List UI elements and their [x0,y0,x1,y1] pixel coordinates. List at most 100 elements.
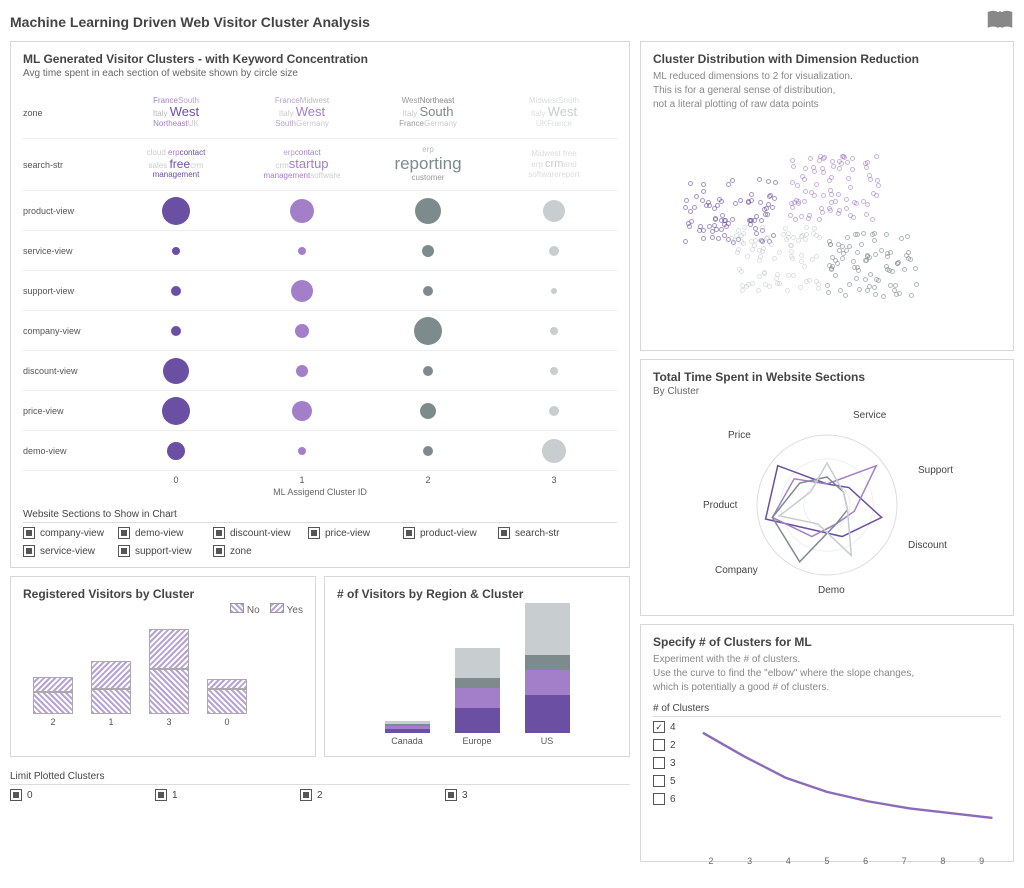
bar-label: Europe [455,736,500,746]
bubble[interactable] [414,317,442,345]
bubble[interactable] [423,366,433,376]
cluster-opt-4[interactable]: ✓4 [653,721,676,733]
filter-price-view[interactable]: price-view [308,527,403,539]
filter-search-str[interactable]: search-str [498,527,593,539]
wordcloud-search-0: cloud erpcontactsales freecrmmanagement [147,149,206,180]
radar-title: Total Time Spent in Website Sections [653,370,1001,384]
bubble[interactable] [423,446,433,456]
bubble[interactable] [551,288,557,294]
bubble[interactable] [550,367,558,375]
cluster-opt-3[interactable]: 3 [653,757,676,769]
radar-label: Price [728,430,751,441]
reg-bar[interactable] [207,679,247,714]
wordcloud-zone-0: FranceSouthItaly WestNortheastUK [153,97,199,129]
cluster-opt-5[interactable]: 5 [653,775,676,787]
bar-label: Canada [385,736,430,746]
registered-title: Registered Visitors by Cluster [23,587,303,601]
bubble[interactable] [543,200,565,222]
region-bar[interactable] [455,648,500,733]
bubble[interactable] [163,358,189,384]
scatter-panel: Cluster Distribution with Dimension Redu… [640,41,1014,351]
bubble[interactable] [167,442,185,460]
bubble-panel: ML Generated Visitor Clusters - with Key… [10,41,630,568]
bubble[interactable] [295,324,309,338]
elbow-line [688,721,1001,851]
x-tick: 9 [979,856,984,866]
limit-2[interactable]: 2 [300,789,445,801]
filter-title: Website Sections to Show in Chart [23,509,617,523]
bubble[interactable] [415,198,441,224]
reg-bar[interactable] [91,661,131,714]
radar-label: Service [853,410,886,421]
row-label: company-view [23,326,113,336]
reg-bar[interactable] [33,677,73,714]
bubble[interactable] [171,326,181,336]
region-panel: # of Visitors by Region & Cluster Canada… [324,576,630,757]
limit-0[interactable]: 0 [10,789,155,801]
help-book-icon[interactable] [986,8,1014,35]
bubble[interactable] [549,246,559,256]
filter-service-view[interactable]: service-view [23,545,118,557]
bubble[interactable] [290,199,314,223]
region-title: # of Visitors by Region & Cluster [337,587,617,601]
swatch-yes-icon [270,603,284,613]
row-label: service-view [23,246,113,256]
filter-company-view[interactable]: company-view [23,527,118,539]
x-tick: 2 [365,475,491,485]
bubble[interactable] [542,439,566,463]
scatter-title: Cluster Distribution with Dimension Redu… [653,52,1001,66]
scatter-plot [653,120,1001,340]
bubble[interactable] [423,286,433,296]
radar-subtitle: By Cluster [653,386,1001,397]
cluster-label: # of Clusters [653,703,1001,717]
filter-discount-view[interactable]: discount-view [213,527,308,539]
bubble[interactable] [296,365,308,377]
limit-3[interactable]: 3 [445,789,590,801]
limit-1[interactable]: 1 [155,789,300,801]
bubble-subtitle: Avg time spent in each section of websit… [23,68,617,79]
region-bar[interactable] [525,603,570,733]
wordcloud-zone-1: FranceMidwestItaly WestSouthGermany [275,97,329,129]
bar-label: 3 [149,717,189,727]
bubble[interactable] [550,327,558,335]
reg-bar[interactable] [149,629,189,714]
cluster-opt-6[interactable]: 6 [653,793,676,805]
bubble[interactable] [420,403,436,419]
x-tick: 3 [747,856,752,866]
bubble[interactable] [298,247,306,255]
filter-product-view[interactable]: product-view [403,527,498,539]
bubble[interactable] [292,401,312,421]
wordcloud-search-1: erpcontactcrmstartupmanagementsoftware [264,149,341,181]
cluster-opt-2[interactable]: 2 [653,739,676,751]
row-label: support-view [23,286,113,296]
radar-label: Company [715,565,758,576]
wordcloud-search-3: Midwest freeerp crmandsoftwarereport [528,150,579,180]
bubble[interactable] [171,286,181,296]
filter-demo-view[interactable]: demo-view [118,527,213,539]
bubble[interactable] [162,397,190,425]
registered-panel: Registered Visitors by Cluster No Yes 21… [10,576,316,757]
filter-zone[interactable]: zone [213,545,308,557]
bubble[interactable] [172,247,180,255]
row-label: discount-view [23,366,113,376]
wordcloud-zone-3: MidwestSouthItaly WestUKFrance [529,97,579,129]
bar-label: US [525,736,570,746]
elbow-note: Experiment with the # of clusters.Use th… [653,653,1001,695]
row-label: zone [23,108,113,118]
page-title: Machine Learning Driven Web Visitor Clus… [10,14,370,30]
radar-label: Demo [818,585,845,596]
bar-label: 0 [207,717,247,727]
bubble[interactable] [549,406,559,416]
radar-panel: Total Time Spent in Website Sections By … [640,359,1014,616]
filter-support-view[interactable]: support-view [118,545,213,557]
region-bar[interactable] [385,721,430,733]
row-label: price-view [23,406,113,416]
row-label: search-str [23,160,113,170]
bubble[interactable] [162,197,190,225]
x-tick: 8 [940,856,945,866]
bubble[interactable] [291,280,313,302]
bubble[interactable] [422,245,434,257]
x-tick: 5 [824,856,829,866]
bubble[interactable] [298,447,306,455]
x-tick: 1 [239,475,365,485]
